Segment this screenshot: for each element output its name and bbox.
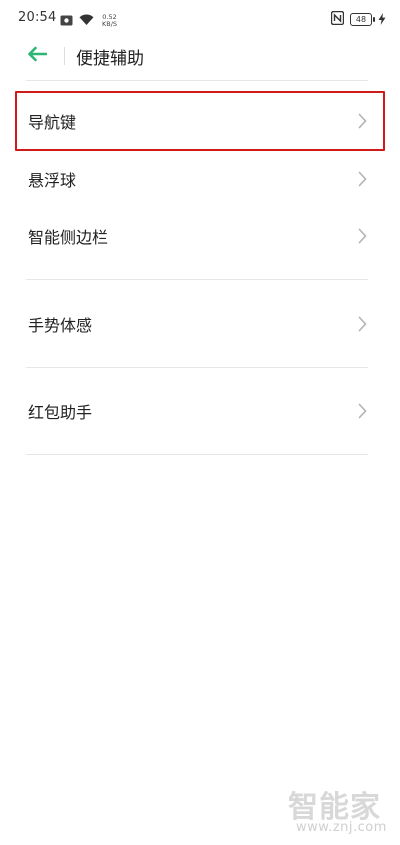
back-button[interactable]	[22, 42, 52, 70]
section-divider	[26, 367, 368, 368]
header-bottom-divider	[26, 80, 368, 81]
wifi-icon	[79, 11, 94, 30]
battery-level: 48	[355, 15, 367, 24]
list-item-label: 红包助手	[28, 403, 93, 422]
charging-icon	[378, 10, 386, 29]
watermark: 智能家 www.znj.com	[288, 782, 392, 838]
chevron-right-icon	[354, 169, 370, 189]
status-bar: 20:54 0.52 KB/S 48	[0, 0, 400, 36]
list-item-red-packet-assistant[interactable]: 红包助手	[0, 383, 400, 439]
list-item-label: 手势体感	[28, 316, 93, 335]
battery-icon: 48	[350, 13, 375, 26]
status-icons-right: 48	[330, 10, 386, 29]
header-divider	[64, 47, 65, 65]
page-header: 便捷辅助	[0, 36, 400, 76]
photo-icon	[60, 11, 73, 30]
net-speed-unit: KB/S	[102, 19, 118, 28]
watermark-url: www.znj.com	[296, 820, 387, 835]
section-divider	[26, 279, 368, 280]
page-title: 便捷辅助	[76, 49, 144, 69]
list-item-label: 智能侧边栏	[28, 228, 109, 247]
chevron-right-icon	[354, 401, 370, 421]
nfc-icon	[330, 10, 345, 29]
highlight-box	[15, 91, 385, 151]
status-time: 20:54	[18, 10, 57, 25]
list-item-label: 悬浮球	[28, 171, 77, 190]
status-icons-left: 0.52 KB/S	[60, 11, 117, 30]
net-speed: 0.52 KB/S	[102, 13, 118, 28]
list-item-smart-sidebar[interactable]: 智能侧边栏	[0, 208, 400, 264]
chevron-right-icon	[354, 314, 370, 334]
chevron-right-icon	[354, 226, 370, 246]
list-item-gestures[interactable]: 手势体感	[0, 296, 400, 352]
section-divider	[26, 454, 368, 455]
back-arrow-icon	[27, 46, 48, 66]
list-item-floating-ball[interactable]: 悬浮球	[0, 151, 400, 207]
